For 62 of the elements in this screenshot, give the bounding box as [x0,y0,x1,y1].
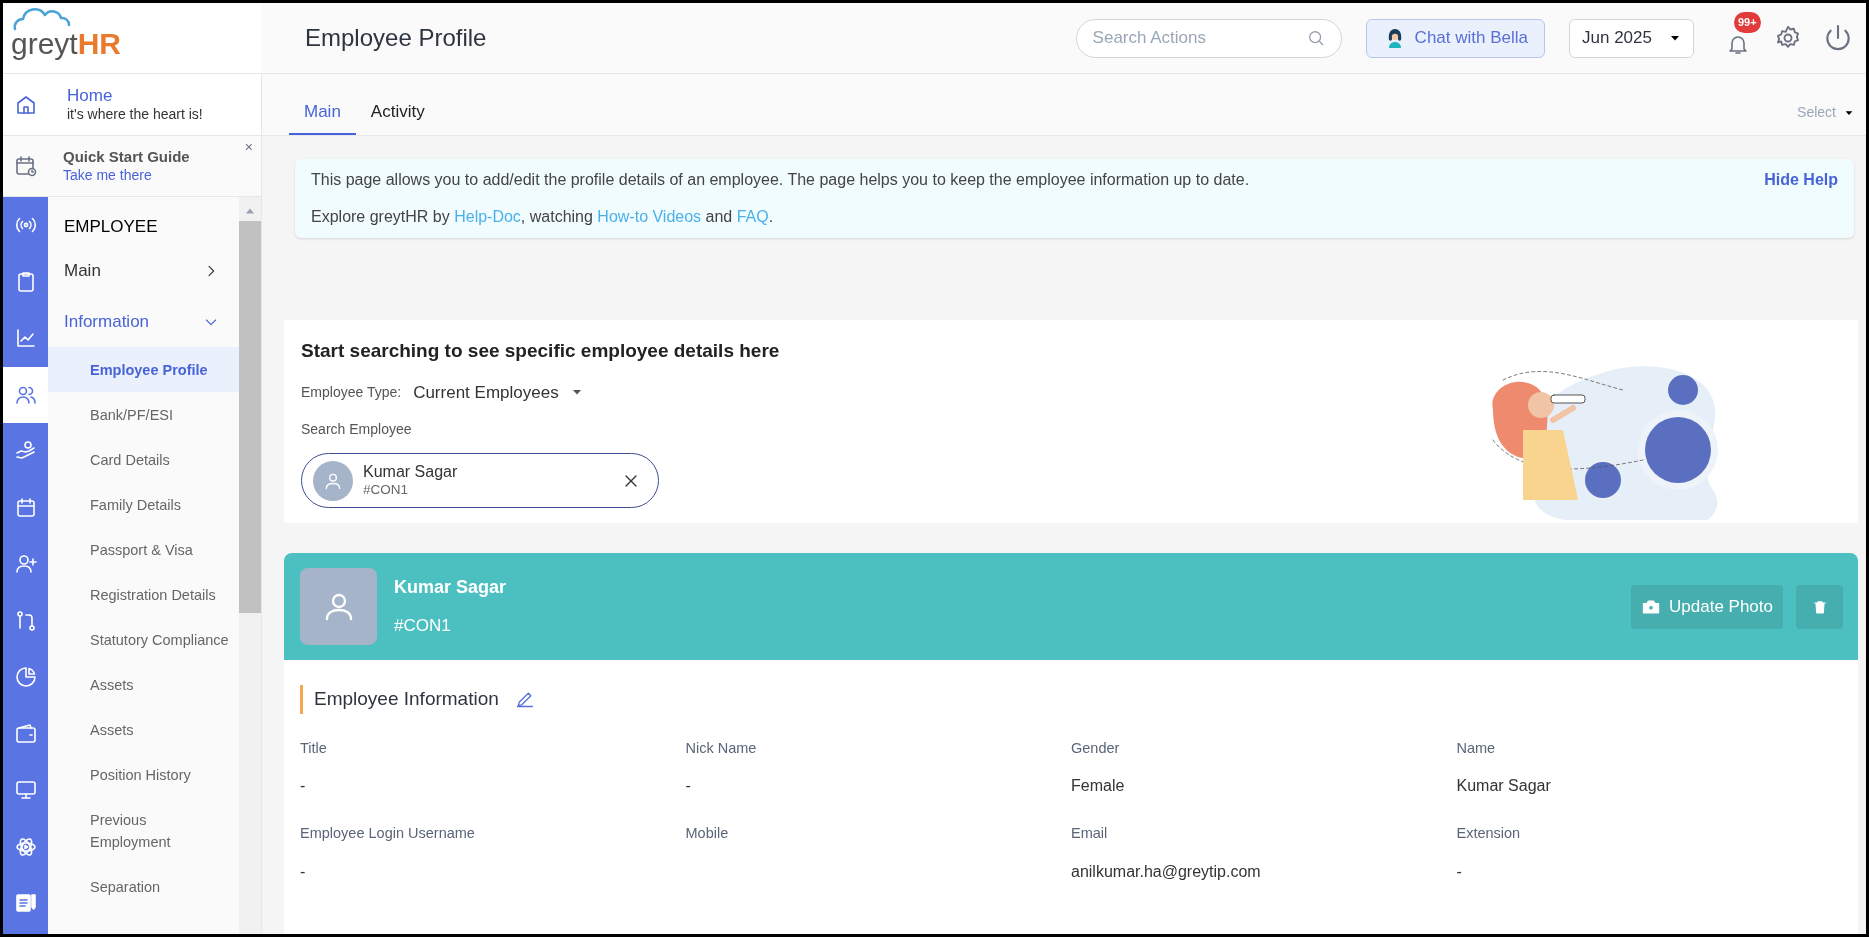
nav-group-item[interactable]: Main [48,245,239,296]
field-value: anilkumar.ha@greytip.com [1071,862,1262,882]
nav-item[interactable]: Employee Profile [48,347,239,392]
profile-name: Kumar Sagar [394,576,507,600]
nav-item[interactable]: Card Details [48,437,239,482]
field-label: Name [1456,738,1497,758]
calendar-clock-icon [13,154,38,178]
nav-group-item[interactable]: Information [48,296,239,347]
profile-id: #CON1 [394,615,452,638]
field-label: Mobile [685,824,730,844]
nav-item[interactable]: Bank/PF/ESI [48,392,239,437]
nav-item[interactable]: Assets [48,707,239,752]
field-label: Nick Name [685,738,758,758]
field-value: - [1456,862,1463,882]
field-value: Female [1071,776,1126,797]
nav-item[interactable]: Passport & Visa [48,527,239,572]
tab[interactable]: Activity [355,90,440,135]
quick-start-title: Quick Start Guide [63,147,190,167]
home-link[interactable]: Home [67,85,203,107]
field-label: Gender [1071,738,1121,758]
trash-icon [1811,598,1828,615]
notification-count: 99+ [1734,12,1761,33]
section-heading: EMPLOYEE [63,216,159,239]
nav-item[interactable]: Position History [48,752,239,797]
home-subtitle: it's where the heart is! [67,106,203,124]
period-dropdown[interactable]: Jun 2025 [1569,18,1694,58]
field-value: - [685,776,692,797]
tab[interactable]: Main [289,90,356,135]
help-text: This page allows you to add/edit the profile details of an employee. The page helps you to keep the employee information up to date. [311,170,1251,190]
close-button[interactable]: × [244,140,253,154]
help-links-text: Explore greytHR by Help-Doc, watching How-to Videos and FAQ. [311,207,775,227]
employee-id: #CON1 [363,482,409,499]
field-value: - [300,862,307,882]
delete-photo-button[interactable] [1796,584,1843,629]
chat-button[interactable]: Chat with Bella [1365,18,1545,58]
hide-help-link[interactable]: Hide Help [1764,168,1838,192]
search-employee-label: Search Employee [301,420,413,439]
edit-icon[interactable] [514,689,535,710]
nav-item[interactable]: Previous Employment [48,797,239,864]
nav-item[interactable]: Registration Details [48,572,239,617]
field-label: Title [300,738,328,758]
field-value: - [300,776,307,797]
search-card-title: Start searching to see specific employee details here [301,339,780,363]
nav-item[interactable]: Family Details [48,482,239,527]
employee-type-label: Employee Type: [301,382,402,402]
nav-item[interactable]: Separation [48,864,239,909]
pie-chart-icon [13,665,38,690]
page-title: Employee Profile [305,23,487,53]
field-label: Employee Login Username [300,824,476,844]
greythr-logo: greytHR [11,17,122,59]
wallet-icon [13,721,38,746]
field-label: Extension [1456,824,1522,844]
scrollbar-thumb[interactable] [239,221,261,613]
employee-type-dropdown[interactable]: Current Employees [413,379,583,405]
nav-item[interactable]: Assets [48,662,239,707]
section-title: Employee Information [300,685,499,714]
search-field[interactable]: Search Actions [1075,18,1342,58]
nav-item[interactable]: Statutory Compliance [48,617,239,662]
employee-name: Kumar Sagar [363,462,459,483]
field-label: Email [1071,824,1109,844]
field-value: Kumar Sagar [1456,776,1552,797]
quick-start-link[interactable]: Take me there [63,166,190,185]
